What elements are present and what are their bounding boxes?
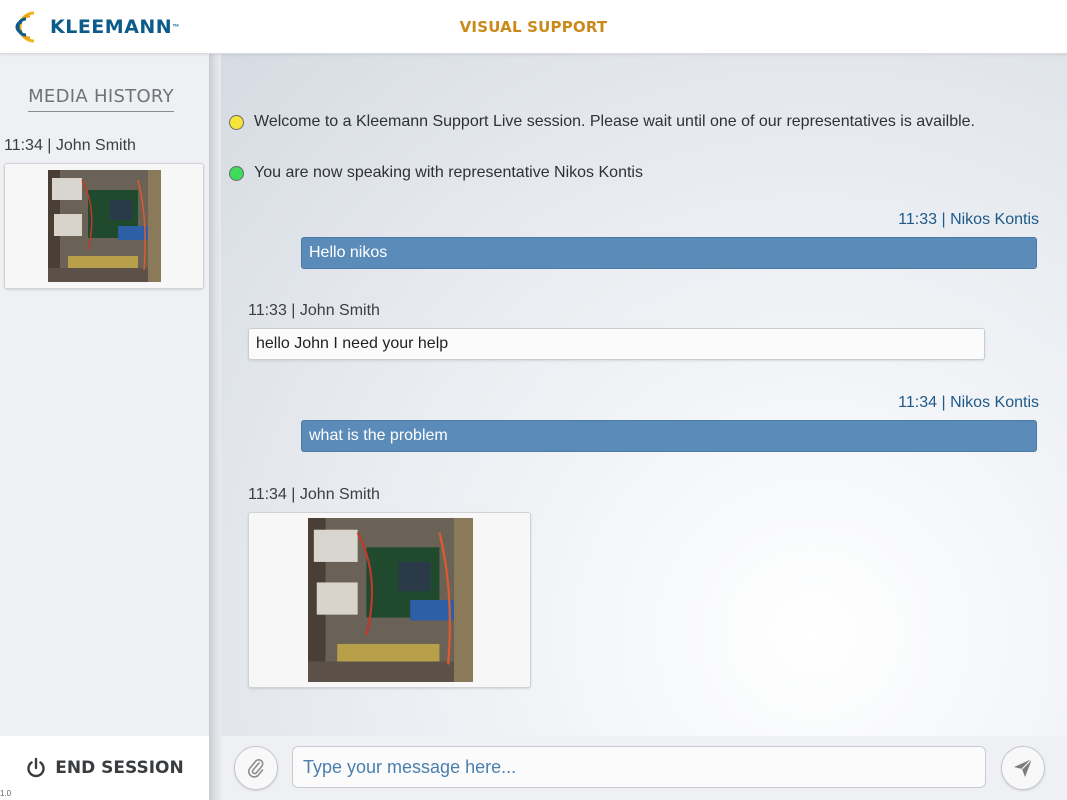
version-label: 1.0 — [0, 789, 12, 798]
message-meta: 11:34 | John Smith — [248, 486, 380, 503]
user-message-bubble: hello John I need your help — [248, 328, 985, 360]
send-button[interactable] — [1001, 746, 1045, 790]
shared-image[interactable] — [308, 518, 473, 682]
media-thumbnail-image[interactable] — [48, 170, 161, 282]
media-history-title: MEDIA HISTORY — [28, 86, 174, 112]
message-meta: 11:33 | Nikos Kontis — [898, 211, 1039, 228]
image-message-card[interactable] — [248, 512, 531, 688]
status-dot-yellow — [229, 114, 244, 130]
paperclip-icon — [248, 758, 264, 778]
message-meta: 11:33 | John Smith — [248, 302, 380, 319]
chat-area: Welcome to a Kleemann Support Live sessi… — [221, 54, 1067, 736]
message-meta: 11:34 | Nikos Kontis — [898, 394, 1039, 411]
status-dot-green — [229, 165, 244, 181]
media-history-item-meta: 11:34 | John Smith — [4, 137, 136, 154]
system-message-text: Welcome to a Kleemann Support Live sessi… — [254, 113, 975, 130]
end-session-button[interactable]: END SESSION — [0, 736, 209, 800]
media-history-sidebar: MEDIA HISTORY 11:34 | John Smith — [0, 54, 209, 736]
message-composer — [221, 736, 1067, 800]
power-icon — [27, 757, 45, 778]
app-header: KLEEMANN ™ VISUAL SUPPORT — [0, 0, 1067, 54]
agent-message-bubble: Hello nikos — [301, 237, 1037, 269]
system-message: You are now speaking with representative… — [229, 164, 643, 182]
paper-plane-icon — [1014, 758, 1033, 777]
attach-button[interactable] — [234, 746, 278, 790]
media-history-item[interactable] — [4, 163, 204, 289]
message-input[interactable] — [292, 746, 986, 788]
end-session-label: END SESSION — [55, 758, 184, 778]
agent-message-bubble: what is the problem — [301, 420, 1037, 452]
system-message-text: You are now speaking with representative… — [254, 164, 643, 181]
system-message: Welcome to a Kleemann Support Live sessi… — [229, 113, 975, 131]
sidebar-divider — [209, 54, 221, 800]
page-title: VISUAL SUPPORT — [459, 18, 608, 36]
